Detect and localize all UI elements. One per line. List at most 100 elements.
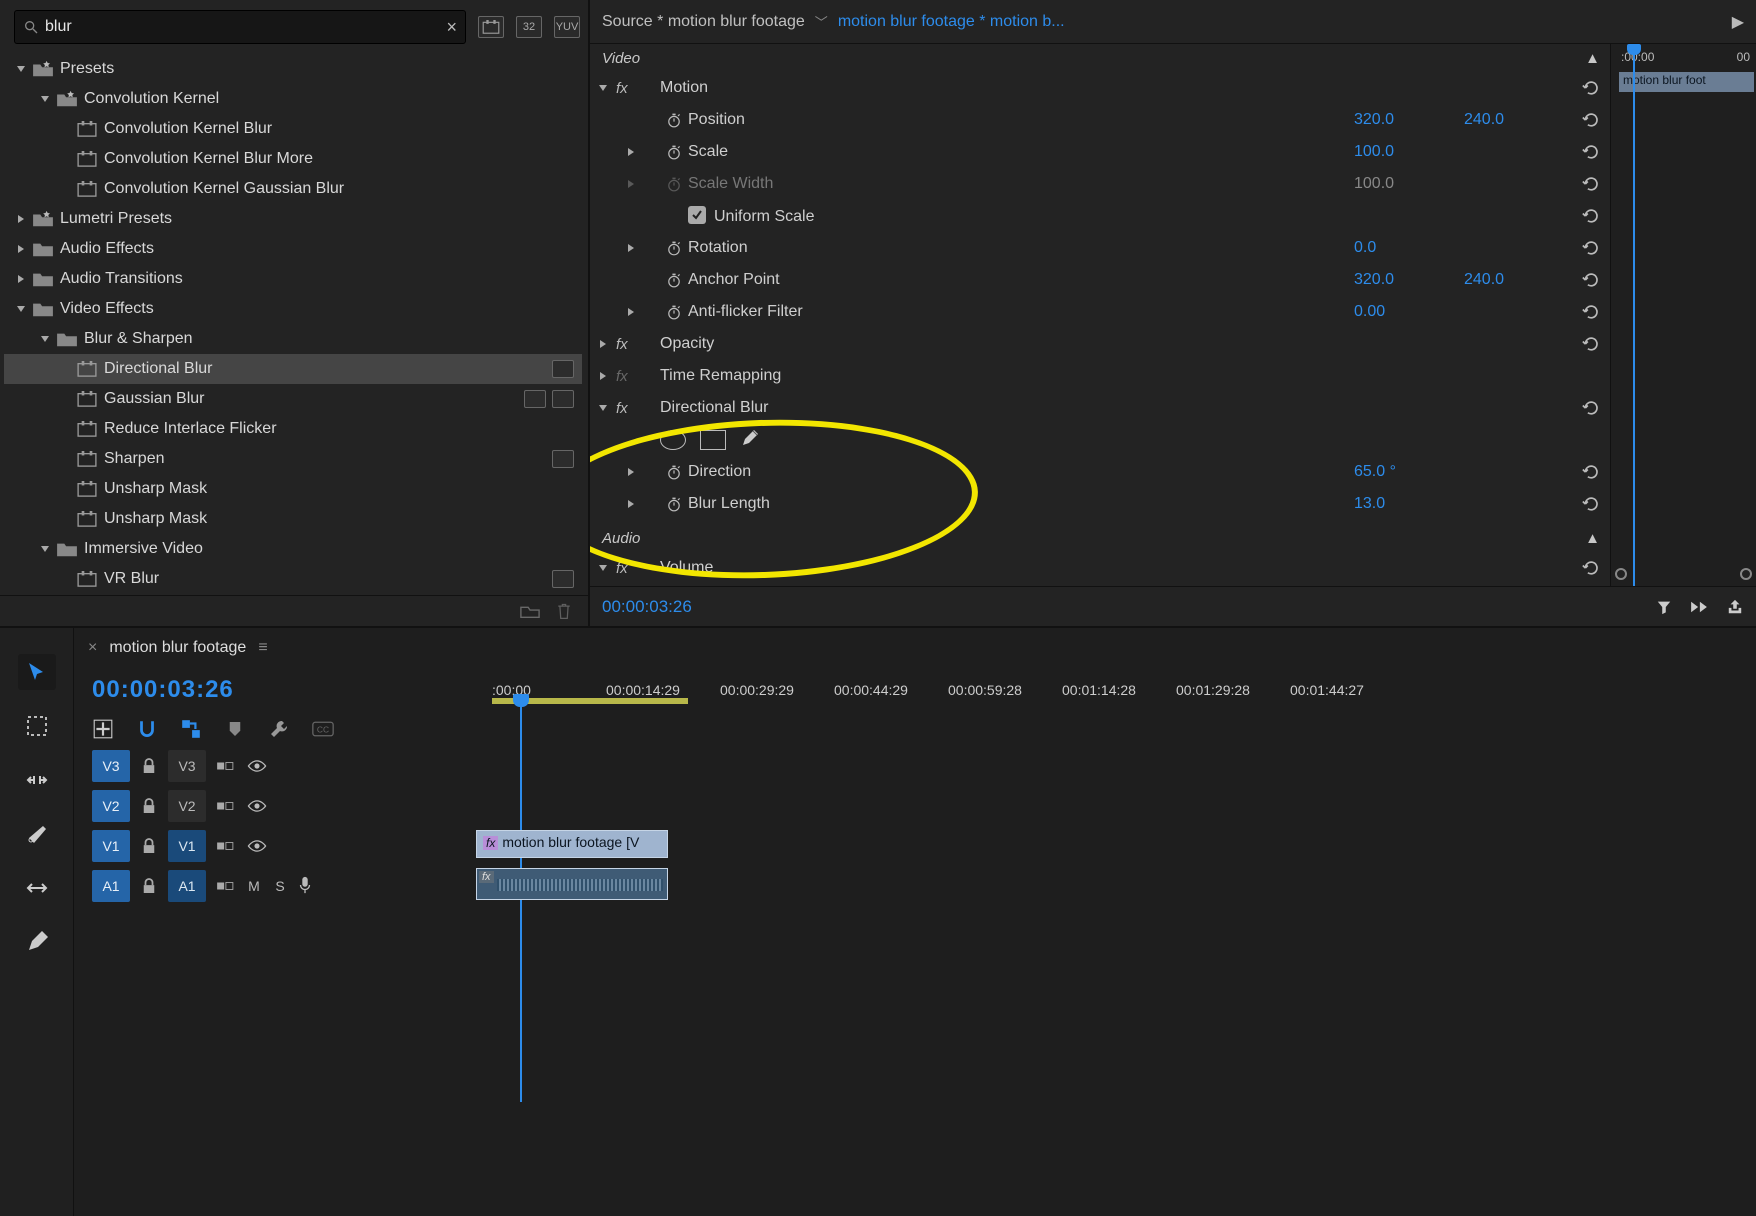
preset-conv-blur-more[interactable]: Convolution Kernel Blur More xyxy=(4,144,582,174)
accelerated-badge-icon[interactable] xyxy=(478,16,504,38)
anchor-y-value[interactable]: 240.0 xyxy=(1464,271,1574,289)
fx-icon[interactable]: fx xyxy=(616,560,638,577)
32bit-badge-icon[interactable]: 32 xyxy=(516,16,542,38)
convolution-kernel-folder[interactable]: Convolution Kernel xyxy=(4,84,582,114)
track-select-tool[interactable] xyxy=(18,708,56,744)
track-target-v2[interactable]: V2 xyxy=(168,790,206,822)
prop-antiflicker[interactable]: Anti-flicker Filter 0.00 xyxy=(590,296,1610,328)
export-frame-icon[interactable] xyxy=(1726,599,1744,615)
track-v3-header[interactable]: V3 V3 xyxy=(92,746,474,786)
position-x-value[interactable]: 320.0 xyxy=(1354,111,1464,129)
chevron-down-icon[interactable]: ﹀ xyxy=(815,12,828,31)
insert-tool-icon[interactable] xyxy=(92,718,114,740)
position-y-value[interactable]: 240.0 xyxy=(1464,111,1574,129)
track-source-v1[interactable]: V1 xyxy=(92,830,130,862)
effects-search-input[interactable] xyxy=(39,18,446,36)
snap-toggle[interactable] xyxy=(136,718,158,740)
effects-search-box[interactable]: × xyxy=(14,10,466,44)
collapse-icon[interactable]: ▲ xyxy=(1585,530,1610,547)
direction-value[interactable]: 65.0 ° xyxy=(1354,463,1464,481)
presets-folder[interactable]: Presets xyxy=(4,54,582,84)
video-clip[interactable]: fxmotion blur footage [V xyxy=(476,830,668,858)
fx-icon[interactable]: fx xyxy=(616,368,638,385)
prop-direction[interactable]: Direction 65.0 ° xyxy=(590,456,1610,488)
prop-blur-length[interactable]: Blur Length 13.0 xyxy=(590,488,1610,520)
lock-icon[interactable] xyxy=(142,758,156,774)
reset-button[interactable] xyxy=(1574,464,1610,480)
track-target-a1[interactable]: A1 xyxy=(168,870,206,902)
immersive-folder[interactable]: Immersive Video xyxy=(4,534,582,564)
fx-directional-blur-row[interactable]: fx Directional Blur xyxy=(590,392,1610,424)
mute-button[interactable]: M xyxy=(244,878,264,894)
ellipse-mask-button[interactable] xyxy=(660,430,686,450)
fx-icon[interactable]: fx xyxy=(616,400,638,417)
preset-conv-blur[interactable]: Convolution Kernel Blur xyxy=(4,114,582,144)
prop-anchor[interactable]: Anchor Point 320.0 240.0 xyxy=(590,264,1610,296)
selection-tool[interactable] xyxy=(18,654,56,690)
filter-icon[interactable] xyxy=(1656,599,1672,615)
fx-icon[interactable]: fx xyxy=(616,336,638,353)
stopwatch-icon[interactable] xyxy=(666,240,682,256)
antiflicker-value[interactable]: 0.00 xyxy=(1354,303,1464,321)
lock-icon[interactable] xyxy=(142,838,156,854)
effect-reduce-interlace[interactable]: Reduce Interlace Flicker xyxy=(4,414,582,444)
reset-button[interactable] xyxy=(1574,208,1610,224)
yuv-badge-icon[interactable]: YUV xyxy=(554,16,580,38)
uniform-scale-checkbox[interactable] xyxy=(688,206,706,224)
video-effects-folder[interactable]: Video Effects xyxy=(4,294,582,324)
eye-icon[interactable] xyxy=(247,840,267,852)
stopwatch-icon[interactable] xyxy=(666,304,682,320)
sync-lock-icon[interactable] xyxy=(216,879,234,893)
fx-motion-row[interactable]: fx Motion xyxy=(590,72,1610,104)
rotation-value[interactable]: 0.0 xyxy=(1354,239,1464,257)
reset-button[interactable] xyxy=(1574,336,1610,352)
reset-button[interactable] xyxy=(1574,144,1610,160)
scale-value[interactable]: 100.0 xyxy=(1354,143,1464,161)
captions-icon[interactable] xyxy=(312,718,334,740)
fx-icon[interactable]: fx xyxy=(616,80,638,97)
blur-sharpen-folder[interactable]: Blur & Sharpen xyxy=(4,324,582,354)
sync-lock-icon[interactable] xyxy=(216,759,234,773)
stopwatch-icon[interactable] xyxy=(666,272,682,288)
new-bin-icon[interactable] xyxy=(520,602,540,620)
pen-tool[interactable] xyxy=(18,924,56,960)
effect-gaussian-blur[interactable]: Gaussian Blur xyxy=(4,384,582,414)
lock-icon[interactable] xyxy=(142,878,156,894)
reset-button[interactable] xyxy=(1574,240,1610,256)
track-v1-header[interactable]: V1 V1 xyxy=(92,826,474,866)
track-source-v2[interactable]: V2 xyxy=(92,790,130,822)
mini-playhead[interactable] xyxy=(1633,44,1635,586)
clear-search-icon[interactable]: × xyxy=(446,17,457,38)
slip-tool[interactable] xyxy=(18,870,56,906)
voice-record-icon[interactable] xyxy=(296,876,314,897)
rect-mask-button[interactable] xyxy=(700,430,726,450)
stopwatch-icon[interactable] xyxy=(666,496,682,512)
linked-selection-toggle[interactable] xyxy=(180,718,202,740)
track-v2-header[interactable]: V2 V2 xyxy=(92,786,474,826)
prop-rotation[interactable]: Rotation 0.0 xyxy=(590,232,1610,264)
solo-button[interactable]: S xyxy=(270,878,290,894)
fx-opacity-row[interactable]: fx Opacity xyxy=(590,328,1610,360)
anchor-x-value[interactable]: 320.0 xyxy=(1354,271,1464,289)
prop-uniform-scale[interactable]: Uniform Scale xyxy=(590,200,1610,232)
prop-position[interactable]: Position 320.0 240.0 xyxy=(590,104,1610,136)
audio-transitions-folder[interactable]: Audio Transitions xyxy=(4,264,582,294)
ec-timecode[interactable]: 00:00:03:26 xyxy=(602,597,692,617)
play-only-icon[interactable] xyxy=(1688,600,1710,614)
reset-button[interactable] xyxy=(1574,496,1610,512)
collapse-icon[interactable]: ▲ xyxy=(1585,50,1610,67)
track-target-v3[interactable]: V3 xyxy=(168,750,206,782)
ec-mini-timeline[interactable]: :00:00 00 motion blur foot xyxy=(1610,44,1756,586)
fx-time-remap-row[interactable]: fx Time Remapping xyxy=(590,360,1610,392)
marker-icon[interactable] xyxy=(224,718,246,740)
reset-button[interactable] xyxy=(1574,112,1610,128)
sequence-tab[interactable]: motion blur footage xyxy=(109,639,246,657)
stopwatch-icon[interactable] xyxy=(666,144,682,160)
effect-sharpen[interactable]: Sharpen xyxy=(4,444,582,474)
track-source-a1[interactable]: A1 xyxy=(92,870,130,902)
audio-effects-folder[interactable]: Audio Effects xyxy=(4,234,582,264)
sync-lock-icon[interactable] xyxy=(216,839,234,853)
sequence-clip-label[interactable]: motion blur footage * motion b... xyxy=(838,13,1722,31)
out-handle[interactable] xyxy=(1740,568,1752,580)
effect-unsharp-mask-2[interactable]: Unsharp Mask xyxy=(4,504,582,534)
